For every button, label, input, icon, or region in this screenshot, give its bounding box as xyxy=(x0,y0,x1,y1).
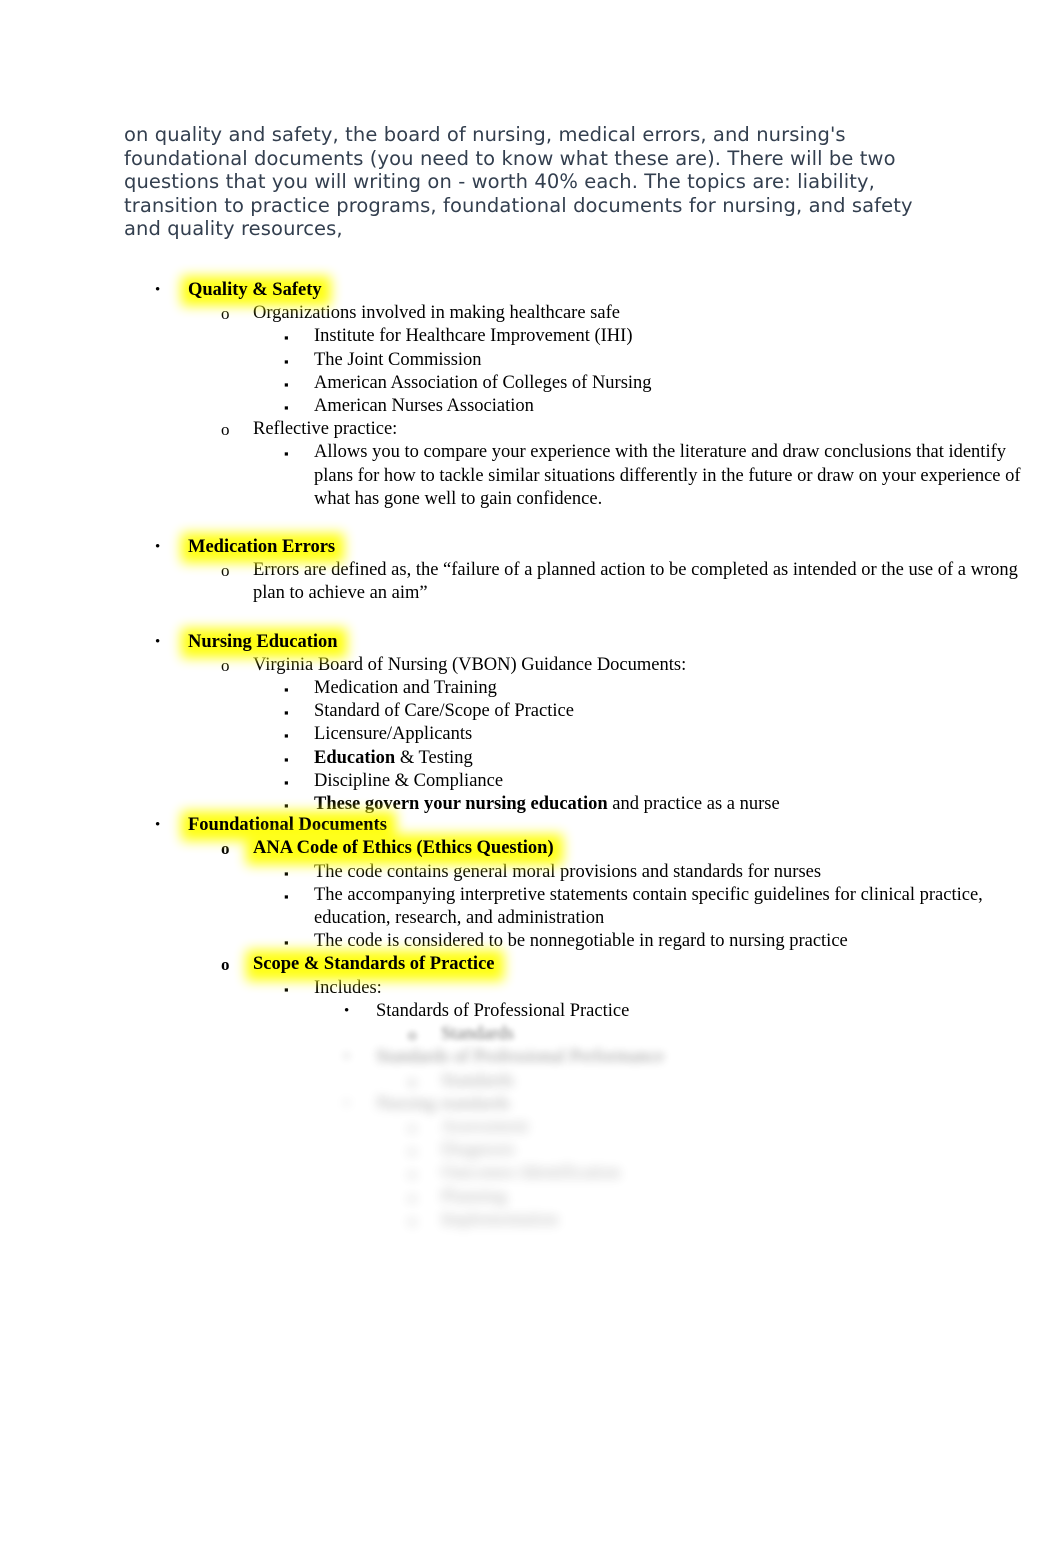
bullet-round-icon: • xyxy=(155,633,161,650)
bullet-circle-o-icon: o xyxy=(408,1071,417,1091)
list-item-medication-errors: • Medication Errors xyxy=(124,536,1024,559)
bullet-square-icon: ▪ xyxy=(284,446,289,462)
reflective-practice-body: Allows you to compare your experience wi… xyxy=(314,442,1021,509)
bullet-square-icon: ▪ xyxy=(284,376,289,392)
bullet-circle-o-icon: o xyxy=(408,1164,417,1184)
heading-scope-standards-of-practice: Scope & Standards of Practice xyxy=(253,953,495,976)
bullet-square-icon: ▪ xyxy=(284,751,289,767)
bullet-round-icon: • xyxy=(344,1095,350,1112)
list-item-faded: o Implementation xyxy=(124,1209,1024,1232)
heading-quality-safety: Quality & Safety xyxy=(188,279,322,302)
organization-joint-commission: The Joint Commission xyxy=(314,349,482,370)
bullet-circle-o-icon: o xyxy=(408,1117,417,1137)
bullet-square-icon: ▪ xyxy=(284,353,289,369)
ana-point-interpretive-statements: The accompanying interpretive statements… xyxy=(314,884,983,929)
faded-item-planning: Planning xyxy=(441,1186,507,1207)
outline-list: • Quality & Safety o Organizations invol… xyxy=(124,265,1024,1232)
bullet-square-icon: ▪ xyxy=(284,400,289,416)
intro-paragraph: on quality and safety, the board of nurs… xyxy=(124,123,913,241)
faded-item-standards-2: Standards xyxy=(441,1070,514,1091)
list-item-reflective-body: ▪ Allows you to compare your experience … xyxy=(124,441,1024,511)
bullet-circle-o-icon: o xyxy=(408,1210,417,1230)
bullet-square-icon: ▪ xyxy=(284,330,289,346)
list-item-faded: o Diagnosis xyxy=(124,1139,1024,1162)
bullet-circle-o-icon: o xyxy=(408,1187,417,1207)
list-item-organization: ▪ Institute for Healthcare Improvement (… xyxy=(124,325,1024,348)
list-item-faded: • Nursing standards xyxy=(124,1093,1024,1116)
faded-item-standards: Standards xyxy=(441,1024,514,1045)
govern-statement-rest: and practice as a nurse xyxy=(607,794,780,815)
bullet-circle-o-icon: o xyxy=(221,955,230,975)
error-definition: Errors are defined as, the “failure of a… xyxy=(253,560,1018,604)
faded-item-outcomes-identification: Outcomes Identification xyxy=(441,1163,621,1184)
standards-of-professional-practice: Standards of Professional Practice xyxy=(376,1000,630,1021)
vbon-document-education-rest: & Testing xyxy=(395,747,473,768)
bullet-round-icon: • xyxy=(155,817,161,834)
list-item-faded: o Outcomes Identification xyxy=(124,1162,1024,1185)
list-item-vbon-document: ▪ Standard of Care/Scope of Practice xyxy=(124,700,1024,723)
document-page: on quality and safety, the board of nurs… xyxy=(0,0,1062,1556)
list-item-vbon-document: ▪ Medication and Training xyxy=(124,677,1024,700)
bullet-round-icon: • xyxy=(344,1002,350,1019)
list-item-organization: ▪ American Association of Colleges of Nu… xyxy=(124,372,1024,395)
reflective-practice-label: Reflective practice: xyxy=(253,419,398,440)
bullet-square-icon: ▪ xyxy=(284,705,289,721)
bullet-square-icon: ▪ xyxy=(284,774,289,790)
bullet-circle-o-icon: o xyxy=(221,420,230,440)
list-item-error-definition: o Errors are defined as, the “failure of… xyxy=(124,559,1024,605)
list-item-vbon-document: ▪ Education & Testing xyxy=(124,747,1024,770)
organization-aacn: American Association of Colleges of Nurs… xyxy=(314,372,652,393)
list-item-scope-standards: o Scope & Standards of Practice xyxy=(124,953,1024,976)
bullet-square-icon: ▪ xyxy=(284,728,289,744)
vbon-document-discipline: Discipline & Compliance xyxy=(314,770,504,791)
list-item-vbon-document: ▪ Discipline & Compliance xyxy=(124,770,1024,793)
vbon-guidance-label: Virginia Board of Nursing (VBON) Guidanc… xyxy=(253,654,687,675)
list-item-quality-safety: • Quality & Safety xyxy=(124,279,1024,302)
list-item-standards-professional-practice: • Standards of Professional Practice xyxy=(124,1000,1024,1023)
vbon-document-standard-of-care: Standard of Care/Scope of Practice xyxy=(314,701,574,722)
bullet-round-icon: • xyxy=(155,282,161,298)
list-item-faded: • Standards of Professional Performance xyxy=(124,1046,1024,1069)
list-item-faded: o Assessment xyxy=(124,1116,1024,1139)
list-item-organization: ▪ The Joint Commission xyxy=(124,349,1024,372)
bullet-circle-o-icon: o xyxy=(408,1025,417,1045)
bullet-round-icon: • xyxy=(344,1049,350,1066)
vbon-document-medication-training: Medication and Training xyxy=(314,678,497,699)
list-item-ana-point: ▪ The accompanying interpretive statemen… xyxy=(124,884,1024,930)
organizations-label: Organizations involved in making healthc… xyxy=(253,303,620,324)
bullet-circle-o-icon: o xyxy=(408,1141,417,1161)
bullet-round-icon: • xyxy=(155,539,161,556)
organization-ihi: Institute for Healthcare Improvement (IH… xyxy=(314,326,633,347)
bullet-square-icon: ▪ xyxy=(284,888,289,904)
vbon-document-licensure: Licensure/Applicants xyxy=(314,724,473,745)
faded-item-nursing-standards: Nursing standards xyxy=(376,1093,511,1114)
list-item-faded: o Standards xyxy=(124,1023,1024,1046)
bullet-square-icon: ▪ xyxy=(284,682,289,698)
organization-ana: American Nurses Association xyxy=(314,396,534,417)
heading-nursing-education: Nursing Education xyxy=(188,631,338,654)
list-item-organization: ▪ American Nurses Association xyxy=(124,395,1024,418)
list-item-ana-code-of-ethics: o ANA Code of Ethics (Ethics Question) xyxy=(124,837,1024,860)
vbon-document-education-bold: Education xyxy=(314,747,396,768)
list-item-nursing-education: • Nursing Education xyxy=(124,631,1024,654)
faded-item-diagnosis: Diagnosis xyxy=(441,1140,515,1161)
faded-item-implementation: Implementation xyxy=(441,1209,559,1230)
heading-medication-errors: Medication Errors xyxy=(188,536,335,559)
heading-ana-code-of-ethics: ANA Code of Ethics (Ethics Question) xyxy=(253,837,554,860)
faded-item-standards-professional-performance: Standards of Professional Performance xyxy=(376,1047,665,1068)
list-item-faded: o Standards xyxy=(124,1070,1024,1093)
list-item-vbon-document: ▪ Licensure/Applicants xyxy=(124,723,1024,746)
list-item-reflective-practice: o Reflective practice: xyxy=(124,418,1024,441)
list-item-faded: o Planning xyxy=(124,1186,1024,1209)
faded-item-assessment: Assessment xyxy=(441,1116,529,1137)
